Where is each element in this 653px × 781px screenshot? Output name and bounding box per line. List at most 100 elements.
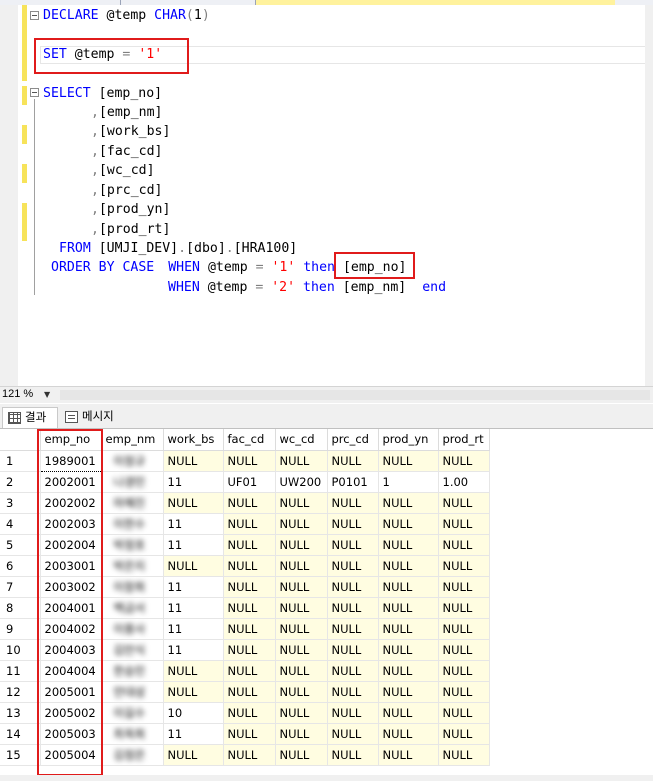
cell-emp-nm[interactable]: 박정호 — [101, 534, 164, 556]
zoom-level[interactable]: 121 % — [2, 388, 33, 400]
row-number[interactable]: 12 — [0, 681, 41, 703]
cell-prod-yn[interactable]: NULL — [378, 681, 439, 703]
cell-fac-cd[interactable]: NULL — [223, 534, 276, 556]
cell-prc-cd[interactable]: NULL — [327, 702, 379, 724]
cell-fac-cd[interactable]: NULL — [223, 618, 276, 640]
row-number[interactable]: 15 — [0, 744, 41, 766]
cell-wc-cd[interactable]: NULL — [275, 723, 328, 745]
cell-wc-cd[interactable]: UW200 — [275, 471, 328, 493]
cell-emp-nm[interactable]: 이한수 — [101, 513, 164, 535]
cell-fac-cd[interactable]: NULL — [223, 681, 276, 703]
cell-wc-cd[interactable]: NULL — [275, 597, 328, 619]
cell-fac-cd[interactable]: NULL — [223, 702, 276, 724]
cell-emp-nm[interactable]: 백금서 — [101, 597, 164, 619]
cell-emp-nm[interactable]: 한승민 — [101, 660, 164, 682]
cell-emp-nm[interactable]: 안대성 — [101, 681, 164, 703]
cell-prod-rt[interactable]: NULL — [438, 597, 490, 619]
column-header-work-bs[interactable]: work_bs — [163, 429, 224, 451]
cell-wc-cd[interactable]: NULL — [275, 513, 328, 535]
cell-emp-nm[interactable]: 이창희 — [101, 576, 164, 598]
column-header-fac-cd[interactable]: fac_cd — [223, 429, 276, 451]
cell-emp-nm[interactable]: 박은지 — [101, 555, 164, 577]
cell-emp-nm[interactable]: 이길수 — [101, 702, 164, 724]
tab-messages[interactable]: 메시지 — [60, 407, 130, 428]
results-grid[interactable]: emp_no emp_nm work_bs fac_cd wc_cd prc_cd prod… — [0, 428, 653, 781]
cell-wc-cd[interactable]: NULL — [275, 744, 328, 766]
cell-emp-nm[interactable]: 마혜진 — [101, 492, 164, 514]
cell-prod-yn[interactable]: NULL — [378, 597, 439, 619]
cell-prc-cd[interactable]: NULL — [327, 597, 379, 619]
row-number[interactable]: 2 — [0, 471, 41, 493]
cell-prc-cd[interactable]: NULL — [327, 576, 379, 598]
cell-wc-cd[interactable]: NULL — [275, 639, 328, 661]
cell-wc-cd[interactable]: NULL — [275, 555, 328, 577]
cell-prod-yn[interactable]: NULL — [378, 660, 439, 682]
cell-prod-rt[interactable]: NULL — [438, 681, 490, 703]
cell-wc-cd[interactable]: NULL — [275, 702, 328, 724]
column-header-wc-cd[interactable]: wc_cd — [275, 429, 328, 451]
tab-results[interactable]: 결과 — [2, 407, 58, 428]
cell-wc-cd[interactable]: NULL — [275, 681, 328, 703]
row-number[interactable]: 1 — [0, 450, 41, 472]
cell-prod-rt[interactable]: NULL — [438, 723, 490, 745]
cell-work-bs[interactable]: 11 — [163, 471, 224, 493]
cell-prc-cd[interactable]: NULL — [327, 639, 379, 661]
cell-work-bs[interactable]: 11 — [163, 576, 224, 598]
cell-prod-rt[interactable]: 1.00 — [438, 471, 490, 493]
column-header-prc-cd[interactable]: prc_cd — [327, 429, 379, 451]
cell-prod-rt[interactable]: NULL — [438, 513, 490, 535]
cell-work-bs[interactable]: NULL — [163, 450, 224, 472]
cell-work-bs[interactable]: 11 — [163, 723, 224, 745]
cell-prod-rt[interactable]: NULL — [438, 576, 490, 598]
cell-work-bs[interactable]: NULL — [163, 744, 224, 766]
row-number[interactable]: 7 — [0, 576, 41, 598]
cell-prod-yn[interactable]: NULL — [378, 576, 439, 598]
cell-emp-nm[interactable]: 최옥희 — [101, 723, 164, 745]
row-number[interactable]: 6 — [0, 555, 41, 577]
query-editor[interactable]: DECLARE @temp CHAR(1) SET @temp = '1' SE… — [0, 5, 653, 386]
cell-wc-cd[interactable]: NULL — [275, 660, 328, 682]
cell-wc-cd[interactable]: NULL — [275, 534, 328, 556]
cell-prod-yn[interactable]: 1 — [378, 471, 439, 493]
row-number[interactable]: 5 — [0, 534, 41, 556]
cell-fac-cd[interactable]: NULL — [223, 450, 276, 472]
cell-prod-yn[interactable]: NULL — [378, 450, 439, 472]
column-header-emp-nm[interactable]: emp_nm — [101, 429, 164, 451]
collapse-toggle-icon[interactable] — [30, 11, 39, 20]
cell-wc-cd[interactable]: NULL — [275, 576, 328, 598]
cell-work-bs[interactable]: 10 — [163, 702, 224, 724]
cell-prc-cd[interactable]: NULL — [327, 492, 379, 514]
cell-prod-rt[interactable]: NULL — [438, 492, 490, 514]
cell-work-bs[interactable]: 11 — [163, 639, 224, 661]
cell-prod-rt[interactable]: NULL — [438, 702, 490, 724]
cell-prod-rt[interactable]: NULL — [438, 618, 490, 640]
cell-prod-yn[interactable]: NULL — [378, 618, 439, 640]
cell-work-bs[interactable]: NULL — [163, 492, 224, 514]
cell-prod-yn[interactable]: NULL — [378, 492, 439, 514]
cell-work-bs[interactable]: 11 — [163, 513, 224, 535]
cell-wc-cd[interactable]: NULL — [275, 492, 328, 514]
row-number[interactable]: 9 — [0, 618, 41, 640]
cell-prc-cd[interactable]: NULL — [327, 723, 379, 745]
row-number[interactable]: 8 — [0, 597, 41, 619]
cell-fac-cd[interactable]: NULL — [223, 723, 276, 745]
cell-wc-cd[interactable]: NULL — [275, 618, 328, 640]
cell-work-bs[interactable]: 11 — [163, 534, 224, 556]
cell-prc-cd[interactable]: NULL — [327, 660, 379, 682]
cell-work-bs[interactable]: NULL — [163, 681, 224, 703]
cell-prc-cd[interactable]: NULL — [327, 534, 379, 556]
cell-prc-cd[interactable]: NULL — [327, 450, 379, 472]
cell-fac-cd[interactable]: NULL — [223, 597, 276, 619]
editor-horizontal-scrollbar[interactable] — [60, 390, 650, 400]
cell-prc-cd[interactable]: NULL — [327, 681, 379, 703]
row-number[interactable]: 14 — [0, 723, 41, 745]
cell-prc-cd[interactable]: NULL — [327, 555, 379, 577]
cell-fac-cd[interactable]: NULL — [223, 492, 276, 514]
cell-prc-cd[interactable]: P0101 — [327, 471, 379, 493]
row-number[interactable]: 11 — [0, 660, 41, 682]
cell-prod-rt[interactable]: NULL — [438, 744, 490, 766]
cell-fac-cd[interactable]: NULL — [223, 639, 276, 661]
cell-prod-yn[interactable]: NULL — [378, 723, 439, 745]
cell-prod-rt[interactable]: NULL — [438, 639, 490, 661]
cell-emp-nm[interactable]: 이용사 — [101, 618, 164, 640]
